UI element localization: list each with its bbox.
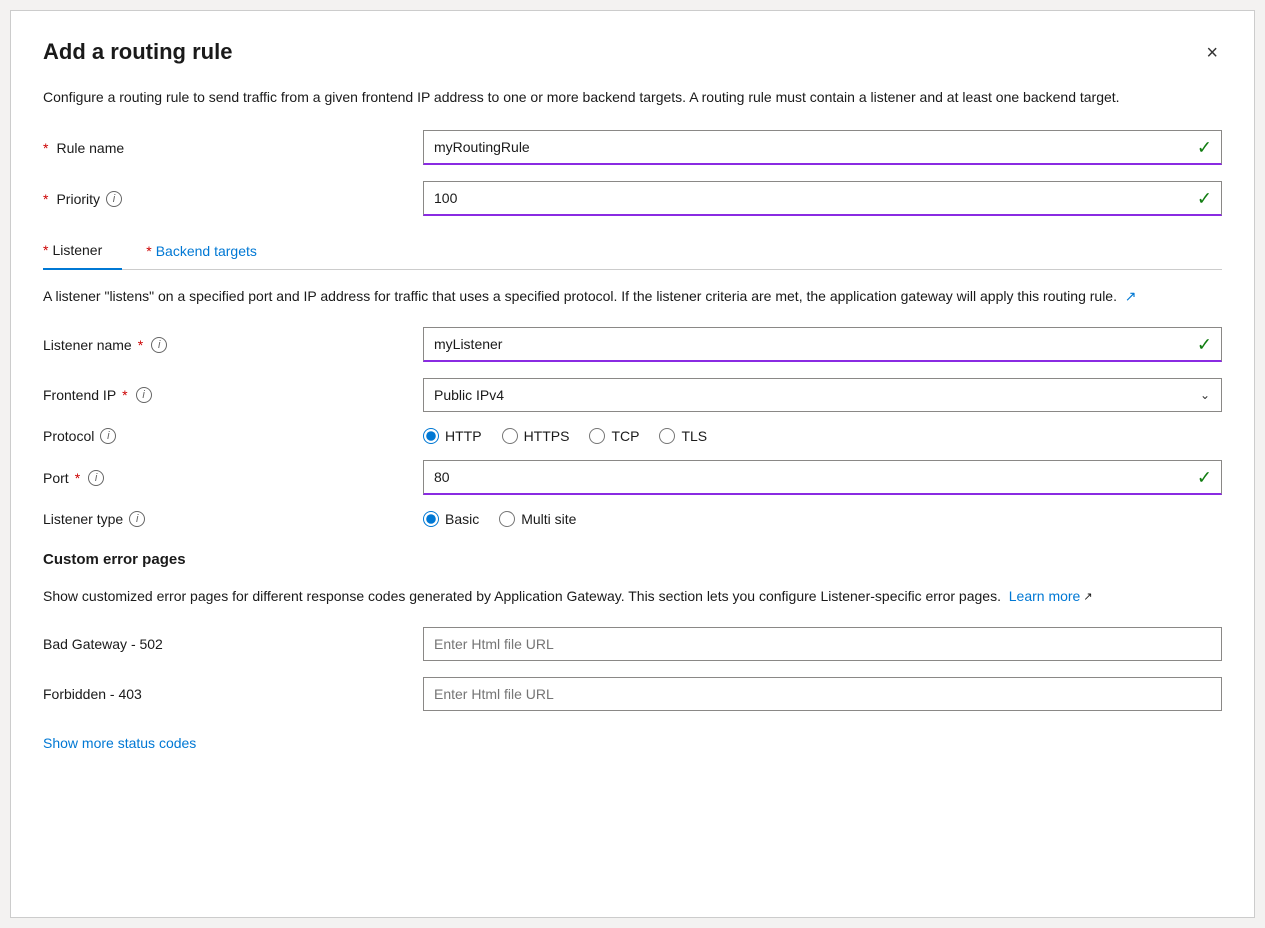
tab-description-link[interactable]: ↗ — [1125, 288, 1137, 304]
port-check-icon: ✓ — [1197, 467, 1212, 488]
frontend-ip-required: * — [122, 387, 127, 403]
rule-name-check-icon: ✓ — [1197, 137, 1212, 158]
port-control: ✓ — [423, 460, 1222, 495]
dialog: Add a routing rule × Configure a routing… — [10, 10, 1255, 918]
protocol-radio-group: HTTP HTTPS TCP TLS — [423, 428, 1222, 444]
bad-gateway-control — [423, 627, 1222, 661]
priority-required: * — [43, 191, 48, 207]
priority-label: * Priority i — [43, 191, 423, 207]
listener-type-multisite-label: Multi site — [521, 511, 576, 527]
show-more-status-codes-link[interactable]: Show more status codes — [43, 735, 196, 751]
rule-name-control: ✓ — [423, 130, 1222, 165]
custom-error-pages-heading: Custom error pages — [43, 551, 1222, 568]
custom-error-pages-desc-text: Show customized error pages for differen… — [43, 588, 1001, 604]
tab-listener-label: Listener — [52, 242, 102, 258]
dialog-description: Configure a routing rule to send traffic… — [43, 87, 1143, 108]
forbidden-label-text: Forbidden - 403 — [43, 686, 142, 702]
frontend-ip-label-text: Frontend IP — [43, 387, 116, 403]
bad-gateway-label: Bad Gateway - 502 — [43, 636, 423, 652]
frontend-ip-info-icon[interactable]: i — [136, 387, 152, 403]
port-info-icon[interactable]: i — [88, 470, 104, 486]
protocol-tcp-option[interactable]: TCP — [589, 428, 639, 444]
protocol-label-text: Protocol — [43, 428, 94, 444]
protocol-tls-option[interactable]: TLS — [659, 428, 707, 444]
listener-type-multisite-option[interactable]: Multi site — [499, 511, 576, 527]
listener-name-check-icon: ✓ — [1197, 334, 1212, 355]
listener-name-input[interactable] — [423, 327, 1222, 362]
protocol-tls-label: TLS — [681, 428, 707, 444]
port-required: * — [75, 470, 80, 486]
port-label-text: Port — [43, 470, 69, 486]
listener-name-label-text: Listener name — [43, 337, 132, 353]
protocol-info-icon[interactable]: i — [100, 428, 116, 444]
listener-name-label: Listener name * i — [43, 337, 423, 353]
protocol-row: Protocol i HTTP HTTPS TCP TLS — [43, 428, 1222, 444]
listener-name-row: Listener name * i ✓ — [43, 327, 1222, 362]
tab-backend-label: Backend targets — [156, 243, 257, 259]
tab-description-text: A listener "listens" on a specified port… — [43, 288, 1117, 304]
tab-description: A listener "listens" on a specified port… — [43, 286, 1143, 307]
learn-more-external-icon: ↗ — [1083, 589, 1092, 606]
listener-type-info-icon[interactable]: i — [129, 511, 145, 527]
listener-name-control: ✓ — [423, 327, 1222, 362]
protocol-https-option[interactable]: HTTPS — [502, 428, 570, 444]
tab-listener[interactable]: *Listener — [43, 232, 122, 270]
rule-name-input[interactable] — [423, 130, 1222, 165]
tab-listener-required: * — [43, 242, 48, 258]
priority-label-text: Priority — [56, 191, 100, 207]
frontend-ip-label: Frontend IP * i — [43, 387, 423, 403]
tab-backend-required: * — [146, 243, 151, 259]
port-label: Port * i — [43, 470, 423, 486]
priority-input[interactable] — [423, 181, 1222, 216]
forbidden-input[interactable] — [423, 677, 1222, 711]
priority-control: ✓ — [423, 181, 1222, 216]
forbidden-row: Forbidden - 403 — [43, 677, 1222, 711]
listener-name-info-icon[interactable]: i — [151, 337, 167, 353]
listener-type-basic-radio[interactable] — [423, 511, 439, 527]
priority-row: * Priority i ✓ — [43, 181, 1222, 216]
listener-type-basic-option[interactable]: Basic — [423, 511, 479, 527]
frontend-ip-wrapper: Public IPv4 Private IPv4 ⌄ — [423, 378, 1222, 412]
learn-more-link[interactable]: Learn more — [1009, 586, 1081, 607]
listener-type-label: Listener type i — [43, 511, 423, 527]
listener-name-required: * — [138, 337, 143, 353]
rule-name-label: * Rule name — [43, 140, 423, 156]
frontend-ip-row: Frontend IP * i Public IPv4 Private IPv4… — [43, 378, 1222, 412]
protocol-http-option[interactable]: HTTP — [423, 428, 482, 444]
protocol-tcp-radio[interactable] — [589, 428, 605, 444]
protocol-tls-radio[interactable] — [659, 428, 675, 444]
protocol-http-label: HTTP — [445, 428, 482, 444]
priority-info-icon[interactable]: i — [106, 191, 122, 207]
listener-type-basic-label: Basic — [445, 511, 479, 527]
listener-type-radio-group: Basic Multi site — [423, 511, 1222, 527]
listener-type-row: Listener type i Basic Multi site — [43, 511, 1222, 527]
port-row: Port * i ✓ — [43, 460, 1222, 495]
protocol-https-label: HTTPS — [524, 428, 570, 444]
close-button[interactable]: × — [1202, 39, 1222, 67]
rule-name-row: * Rule name ✓ — [43, 130, 1222, 165]
rule-name-label-text: Rule name — [56, 140, 124, 156]
dialog-header: Add a routing rule × — [43, 39, 1222, 67]
tabs-container: *Listener *Backend targets — [43, 232, 1222, 270]
listener-type-multisite-radio[interactable] — [499, 511, 515, 527]
priority-check-icon: ✓ — [1197, 188, 1212, 209]
protocol-label: Protocol i — [43, 428, 423, 444]
bad-gateway-input[interactable] — [423, 627, 1222, 661]
rule-name-required: * — [43, 140, 48, 156]
forbidden-control — [423, 677, 1222, 711]
forbidden-label: Forbidden - 403 — [43, 686, 423, 702]
bad-gateway-label-text: Bad Gateway - 502 — [43, 636, 163, 652]
custom-error-pages-description: Show customized error pages for differen… — [43, 578, 1143, 607]
protocol-tcp-label: TCP — [611, 428, 639, 444]
bad-gateway-row: Bad Gateway - 502 — [43, 627, 1222, 661]
frontend-ip-select[interactable]: Public IPv4 Private IPv4 — [423, 378, 1222, 412]
port-input[interactable] — [423, 460, 1222, 495]
tab-backend-targets[interactable]: * Backend targets — [146, 232, 277, 269]
protocol-http-radio[interactable] — [423, 428, 439, 444]
protocol-https-radio[interactable] — [502, 428, 518, 444]
listener-type-label-text: Listener type — [43, 511, 123, 527]
dialog-title: Add a routing rule — [43, 39, 232, 65]
